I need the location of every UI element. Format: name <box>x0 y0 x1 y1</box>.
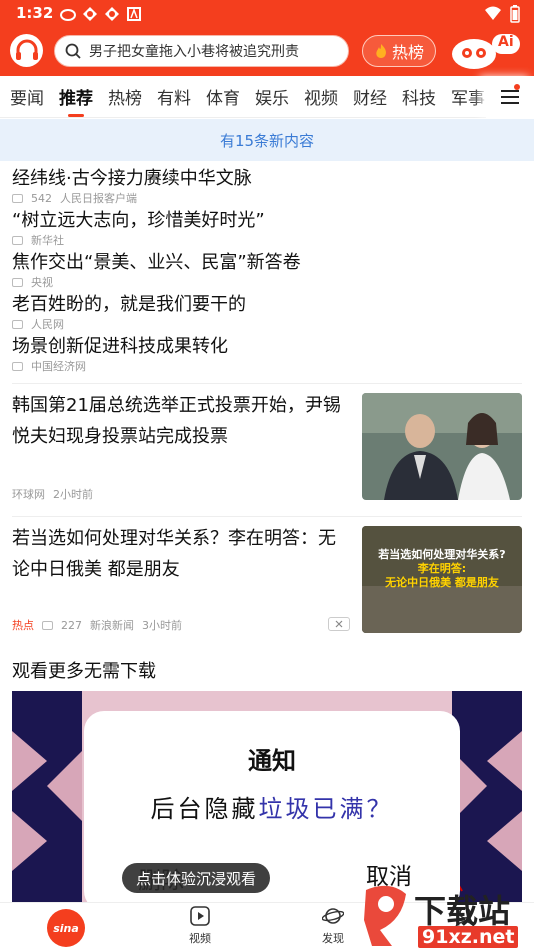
caption-line: 无论中日俄美 都是朋友 <box>385 576 499 589</box>
comment-icon <box>12 193 23 203</box>
comment-icon <box>12 235 23 245</box>
nav-discover-label: 发现 <box>322 932 344 945</box>
menu-icon <box>501 90 519 104</box>
ai-label: Ai <box>498 34 514 50</box>
ai-assistant-button[interactable]: Ai <box>448 30 522 72</box>
list-item[interactable]: 焦作交出“景美、业兴、民富”新答卷 央视 <box>12 246 522 289</box>
search-query: 男子把女童拖入小巷将被追究刑责 <box>89 44 299 60</box>
menu-badge-dot <box>514 84 520 90</box>
headline-title: 老百姓盼的，就是我们要干的 <box>12 294 246 315</box>
headline-source: 中国经济网 <box>31 360 86 373</box>
app-notification-icon <box>104 6 120 22</box>
card-title: 韩国第21届总统选举正式投票开始，尹锡悦夫妇现身投票站完成投票 <box>12 395 341 447</box>
card-meta: 环球网 2小时前 <box>12 486 93 502</box>
dialog-title: 通知 <box>248 747 296 775</box>
status-bar: 1:32 <box>0 0 534 28</box>
card-thumbnail: 若当选如何处理对华关系? 李在明答: 无论中日俄美 都是朋友 <box>362 526 522 633</box>
sina-notification-icon <box>60 6 76 22</box>
tab-yaowen[interactable]: 要闻 <box>10 84 44 109</box>
card-title: 若当选如何处理对华关系？李在明答：无论中日俄美 都是朋友 <box>12 528 336 580</box>
list-item[interactable]: 场景创新促进科技成果转化 中国经济网 <box>12 330 522 374</box>
comment-icon <box>12 277 23 287</box>
dialog-message-text: 后台隐藏 <box>150 795 259 823</box>
tab-sports[interactable]: 体育 <box>206 84 240 109</box>
card-time: 2小时前 <box>53 488 93 501</box>
comment-icon <box>42 620 53 630</box>
app-notification-icon <box>82 6 98 22</box>
app-root: 1:32 男子把女童拖入小巷将被追究刑责 热榜 Ai 要闻 推荐 热榜 有料 体… <box>0 0 534 950</box>
nav-discover[interactable]: 发现 <box>322 905 344 946</box>
tab-video[interactable]: 视频 <box>304 84 338 109</box>
battery-icon <box>510 5 520 27</box>
headline-meta: 中国经济网 <box>12 358 86 374</box>
card-thumbnail <box>362 393 522 500</box>
channel-tabs: 要闻 推荐 热榜 有料 体育 娱乐 视频 财经 科技 军事 <box>0 76 534 118</box>
hot-list-button[interactable]: 热榜 <box>362 35 436 67</box>
dialog-message: 后台隐藏垃圾已满？ <box>84 789 460 824</box>
watermark-url: 91xz.net <box>418 926 519 948</box>
tab-military[interactable]: 军事 <box>451 84 485 109</box>
dismiss-button[interactable] <box>328 617 350 631</box>
news-photo <box>362 393 522 500</box>
close-icon <box>335 620 343 628</box>
nav-video[interactable]: 视频 <box>189 905 211 946</box>
status-right <box>484 5 520 27</box>
caption-line: 李在明答: <box>417 562 467 575</box>
comment-count: 227 <box>61 618 82 632</box>
wifi-icon <box>484 5 502 27</box>
headline-list: 经纬线·古今接力赓续中华文脉 542 人民日报客户端 “树立远大志向，珍惜美好时光… <box>12 162 522 374</box>
status-time: 1:32 <box>16 4 54 22</box>
list-item[interactable]: “树立远大志向，珍惜美好时光” 新华社 <box>12 204 522 247</box>
tab-tech[interactable]: 科技 <box>402 84 436 109</box>
more-section-title: 观看更多无需下载 <box>12 661 156 682</box>
card-source: 新浪新闻 <box>90 619 134 632</box>
status-notification-icons <box>60 6 142 22</box>
flame-icon <box>376 44 386 58</box>
nav-video-label: 视频 <box>189 932 211 945</box>
tab-recommend[interactable]: 推荐 <box>59 84 93 109</box>
list-item[interactable]: 老百姓盼的，就是我们要干的 人民网 <box>12 288 522 331</box>
planet-icon <box>322 908 344 924</box>
headline-title: 焦作交出“景美、业兴、民富”新答卷 <box>12 252 301 273</box>
search-icon <box>65 43 81 59</box>
card-time: 3小时前 <box>142 619 182 632</box>
user-avatar[interactable] <box>10 34 43 67</box>
list-item[interactable]: 经纬线·古今接力赓续中华文脉 542 人民日报客户端 <box>12 162 522 205</box>
dialog-message-highlight: 垃圾已满？ <box>258 795 394 823</box>
card-meta: 热点 227 新浪新闻 3小时前 <box>12 617 182 633</box>
channel-menu-button[interactable] <box>486 76 534 118</box>
headline-title: “树立远大志向，珍惜美好时光” <box>12 210 265 231</box>
headline-title: 场景创新促进科技成果转化 <box>12 336 228 357</box>
search-input[interactable]: 男子把女童拖入小巷将被追究刑责 <box>54 35 349 67</box>
new-content-notice[interactable]: 有15条新内容 <box>0 119 534 161</box>
video-play-icon <box>190 906 210 926</box>
hot-list-label: 热榜 <box>391 43 424 62</box>
comment-count: 542 <box>31 191 52 205</box>
site-watermark: 下载站 91xz.net <box>362 880 534 950</box>
hot-tag: 热点 <box>12 619 34 632</box>
headset-icon <box>15 39 38 60</box>
search-header: 男子把女童拖入小巷将被追究刑责 热榜 Ai <box>0 28 534 76</box>
card-source: 环球网 <box>12 488 45 501</box>
tab-entertainment[interactable]: 娱乐 <box>255 84 289 109</box>
comment-icon <box>12 319 23 329</box>
headline-title: 经纬线·古今接力赓续中华文脉 <box>12 168 252 189</box>
news-card[interactable]: 韩国第21届总统选举正式投票开始，尹锡悦夫妇现身投票站完成投票 环球网 2小时前 <box>12 383 522 509</box>
news-card[interactable]: 若当选如何处理对华关系？李在明答：无论中日俄美 都是朋友 热点 227 新浪新闻… <box>12 516 522 642</box>
sina-home-button[interactable]: sina <box>47 909 85 947</box>
comment-icon <box>12 361 23 371</box>
tab-finance[interactable]: 财经 <box>353 84 387 109</box>
a-notification-icon <box>126 6 142 22</box>
caption-line: 若当选如何处理对华关系? <box>378 548 506 561</box>
immersive-view-pill[interactable]: 点击体验沉浸观看 <box>122 863 271 893</box>
thumbnail-caption: 若当选如何处理对华关系? 李在明答: 无论中日俄美 都是朋友 <box>362 548 522 590</box>
tab-hot[interactable]: 热榜 <box>108 84 142 109</box>
tab-youliao[interactable]: 有料 <box>157 84 191 109</box>
